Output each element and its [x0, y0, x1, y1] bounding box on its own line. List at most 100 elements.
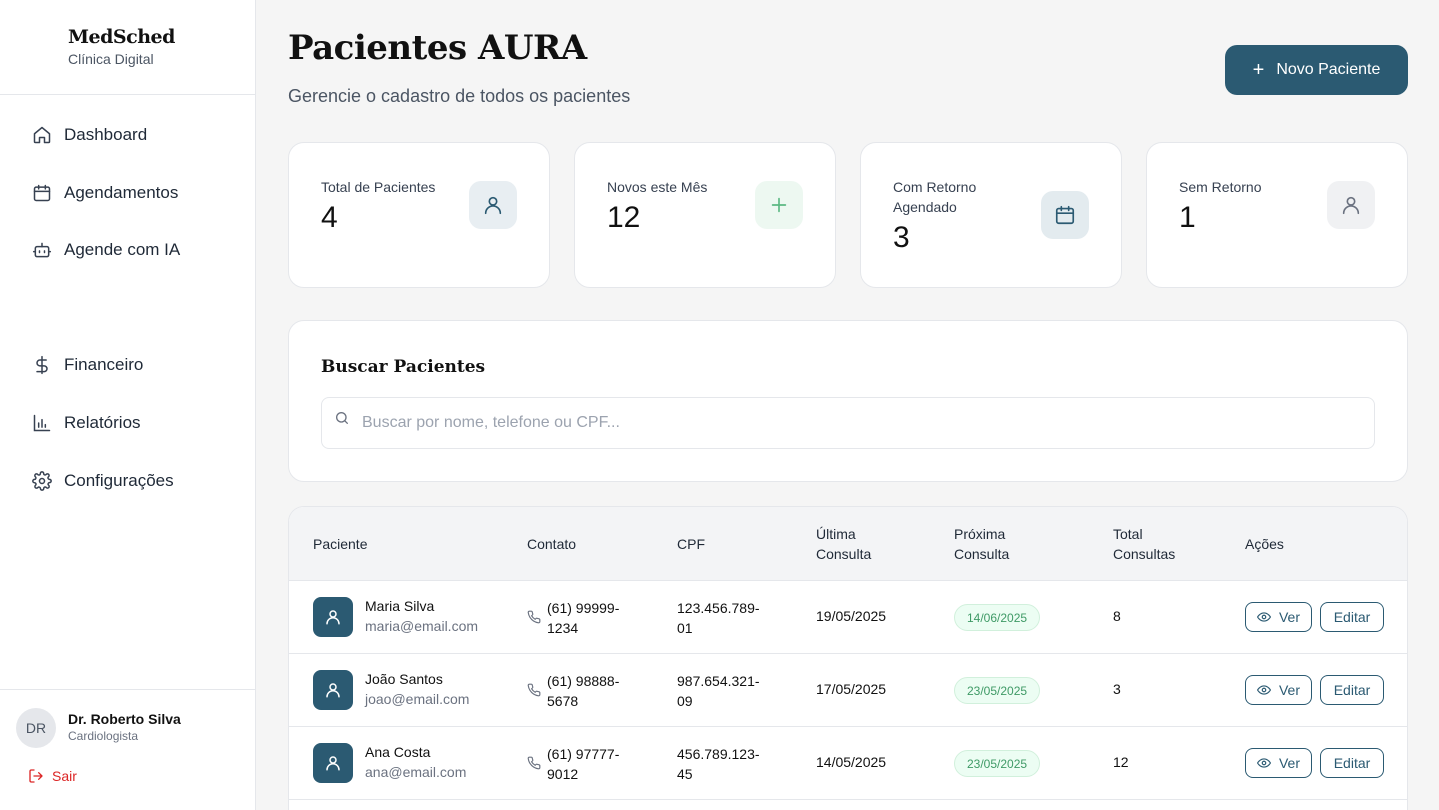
stat-value: 4 [321, 201, 338, 234]
stat-card-sem-retorno: Sem Retorno 1 [1146, 142, 1408, 288]
search-input[interactable] [362, 406, 1352, 440]
patient-name: Ana Costa [365, 744, 431, 760]
stat-label: Com Retorno Agendado [893, 179, 977, 215]
logout-label: Sair [52, 768, 77, 784]
sidebar-item-relatorios[interactable]: Relatórios [32, 411, 141, 435]
stat-label: Novos este Mês [607, 179, 708, 195]
th-ultima-line2: Consulta [816, 546, 872, 562]
eye-icon [1256, 758, 1271, 768]
sidebar-item-label: Relatórios [64, 413, 141, 432]
sidebar-item-label: Dashboard [64, 125, 148, 144]
view-button[interactable]: Ver [1245, 748, 1312, 778]
total-visits: 3 [1113, 681, 1121, 697]
last-visit: 19/05/2025 [816, 608, 887, 624]
patient-cpf: 987.654.321-09 [677, 673, 760, 709]
patient-email: ana@email.com [365, 764, 467, 780]
search-title: Buscar Pacientes [321, 357, 486, 377]
total-visits: 12 [1113, 754, 1129, 770]
patient-phone: (61) 97777-9012 [547, 746, 620, 782]
stat-card-com-retorno: Com Retorno Agendado 3 [860, 142, 1122, 288]
view-label: Ver [1278, 609, 1300, 625]
th-cpf: CPF [677, 536, 705, 552]
user-role: Cardiologista [68, 729, 139, 743]
eye-icon [1256, 685, 1271, 695]
th-proxima-line2: Consulta [954, 546, 1010, 562]
last-visit: 14/05/2025 [816, 754, 887, 770]
stat-label: Total de Pacientes [321, 179, 436, 195]
patient-email: joao@email.com [365, 691, 470, 707]
logout-button[interactable]: Sair [28, 768, 77, 784]
edit-button[interactable]: Editar [1320, 675, 1384, 705]
next-visit-badge: 23/05/2025 [954, 677, 1041, 704]
last-visit: 17/05/2025 [816, 681, 887, 697]
user-icon [1327, 181, 1375, 229]
edit-button[interactable]: Editar [1320, 602, 1384, 632]
edit-button[interactable]: Editar [1320, 748, 1384, 778]
th-acoes: Ações [1245, 536, 1284, 552]
total-visits: 8 [1113, 608, 1121, 624]
table-row: Ana Costa ana@email.com (61) 97777-9012 … [289, 727, 1407, 800]
next-visit-badge: 23/05/2025 [954, 750, 1041, 777]
stat-value: 12 [607, 201, 641, 234]
stat-value: 1 [1179, 201, 1196, 234]
brand: MedSched Clínica Digital [0, 0, 255, 95]
new-patient-label: Novo Paciente [1276, 61, 1381, 78]
patient-avatar-icon [313, 670, 353, 710]
sidebar-item-label: Configurações [64, 471, 174, 490]
sidebar-item-dashboard[interactable]: Dashboard [32, 123, 147, 147]
th-proxima-line1: Próxima [954, 526, 1006, 542]
stat-card-novos: Novos este Mês 12 [574, 142, 836, 288]
table-row: João Santos joao@email.com (61) 98888-56… [289, 654, 1407, 727]
avatar: DR [16, 708, 56, 748]
th-total-line2: Consultas [1113, 546, 1176, 562]
calendar-icon [32, 183, 52, 203]
th-paciente: Paciente [313, 536, 368, 552]
patient-cpf: 456.789.123-45 [677, 746, 760, 782]
next-visit-badge: 14/06/2025 [954, 604, 1041, 631]
sidebar-item-agendamentos[interactable]: Agendamentos [32, 181, 178, 205]
phone-icon [527, 683, 541, 702]
bot-icon [32, 240, 52, 260]
brand-subtitle: Clínica Digital [68, 51, 154, 67]
th-total-line1: Total [1113, 526, 1143, 542]
sidebar-item-agende-ia[interactable]: Agende com IA [32, 238, 180, 262]
calendar-icon [1041, 191, 1089, 239]
view-label: Ver [1278, 755, 1300, 771]
brand-name: MedSched [68, 26, 175, 48]
sidebar-item-label: Agendamentos [64, 183, 179, 202]
gear-icon [32, 471, 52, 491]
logout-icon [29, 769, 43, 783]
page-title: Pacientes AURA [288, 28, 587, 68]
user-icon [469, 181, 517, 229]
phone-icon [527, 756, 541, 775]
page-subtitle: Gerencie o cadastro de todos os paciente… [288, 86, 631, 106]
plus-icon [755, 181, 803, 229]
sidebar-item-label: Agende com IA [64, 240, 181, 259]
stat-card-total: Total de Pacientes 4 [288, 142, 550, 288]
patient-avatar-icon [313, 743, 353, 783]
th-ultima: Última Consulta [816, 524, 871, 564]
patient-avatar-icon [313, 597, 353, 637]
new-patient-button[interactable]: + Novo Paciente [1225, 45, 1408, 95]
table-header: Paciente Contato CPF Última Consulta Pró… [289, 507, 1407, 581]
th-contato: Contato [527, 536, 577, 552]
patient-cpf: 123.456.789-01 [677, 600, 760, 636]
view-button[interactable]: Ver [1245, 602, 1312, 632]
patient-phone: (61) 99999-1234 [547, 600, 620, 636]
phone-icon [527, 610, 541, 629]
sidebar-item-financeiro[interactable]: Financeiro [32, 353, 143, 377]
th-proxima: Próxima Consulta [954, 524, 1009, 564]
patients-table: Paciente Contato CPF Última Consulta Pró… [288, 506, 1408, 810]
user-panel: DR Dr. Roberto Silva Cardiologista Sair [0, 689, 256, 810]
patient-phone: (61) 98888-5678 [547, 673, 620, 709]
search-icon [334, 410, 350, 431]
view-button[interactable]: Ver [1245, 675, 1312, 705]
sidebar-item-configuracoes[interactable]: Configurações [32, 469, 174, 493]
sidebar: MedSched Clínica Digital Dashboard Agend… [0, 0, 256, 810]
search-box [321, 397, 1375, 449]
stat-value: 3 [893, 221, 910, 254]
bar-chart-icon [32, 413, 52, 433]
plus-icon: + [1252, 58, 1265, 81]
search-card: Buscar Pacientes [288, 320, 1408, 482]
user-name: Dr. Roberto Silva [68, 711, 181, 727]
